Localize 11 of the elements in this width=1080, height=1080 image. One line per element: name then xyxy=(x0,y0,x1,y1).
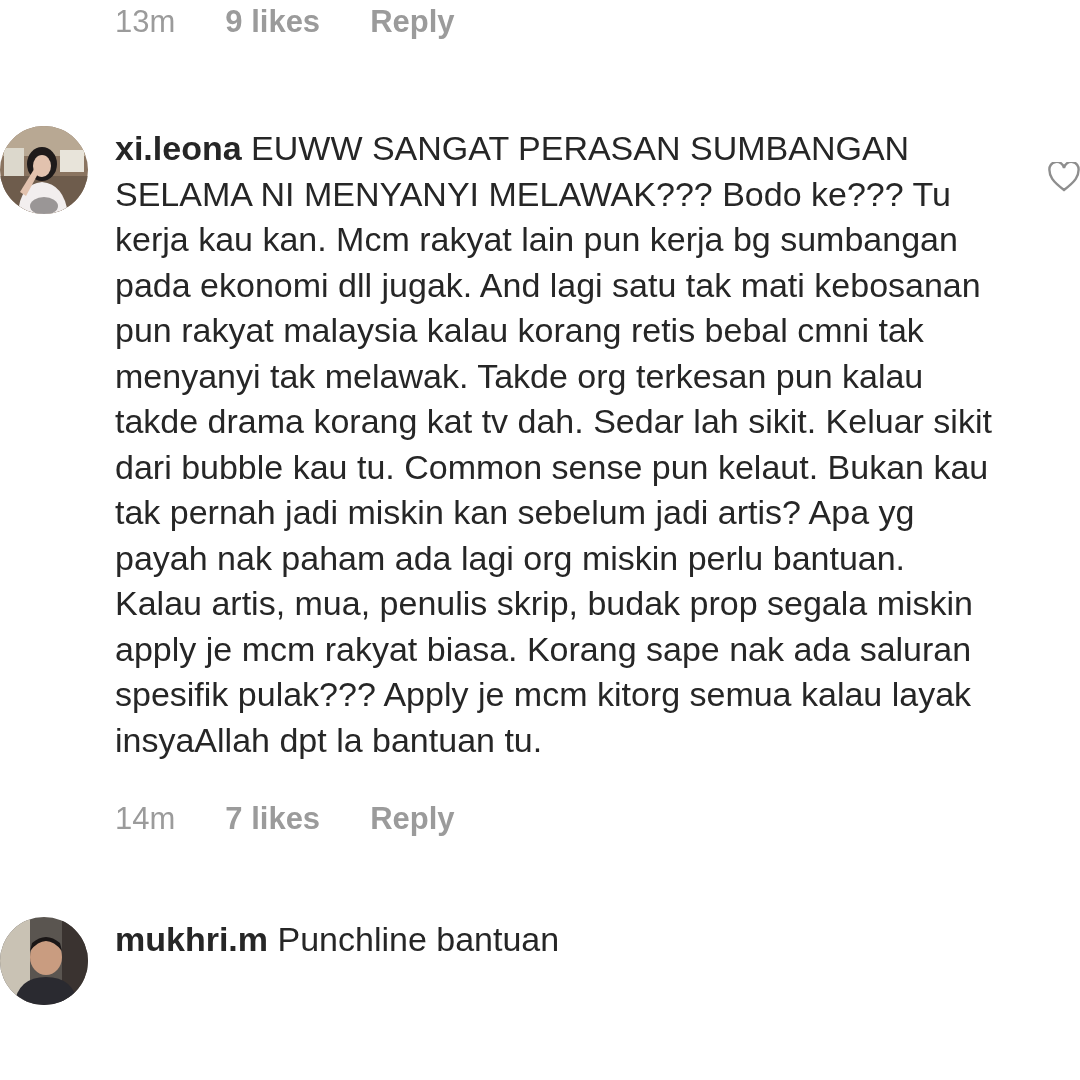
likes-count[interactable]: 7 likes xyxy=(225,801,321,837)
username-link[interactable]: mukhri.m xyxy=(115,920,269,958)
comment-time: 14m xyxy=(115,801,176,837)
like-heart-icon[interactable] xyxy=(1048,162,1080,192)
username-link[interactable]: xi.leona xyxy=(115,129,242,167)
comment-time: 13m xyxy=(115,4,176,40)
comment-text: mukhri.m Punchline bantuan xyxy=(115,919,561,960)
likes-count[interactable]: 9 likes xyxy=(225,4,321,40)
comment-text: xi.leona EUWW SANGAT PERASAN SUMBANGAN SELAMA NI MENYANYI MELAWAK??? Bodo ke??? Tu kerja kau kan. Mcm rakyat lain pun kerja bg sumbangan pada ekonomi dll jugak. And lagi satu tak mati kebosanan pun rakyat malaysia kalau korang retis bebal cmni tak menyanyi tak melawak. Takde org terkesan pun kalau takde drama korang kat tv dah. Sedar lah sikit. Keluar sikit dari bubble kau tu. Common sense pun kelaut. Bukan kau tak pernah jadi miskin kan sebelum jadi artis? Apa yg payah nak paham ada lagi org miskin perlu bantuan. Kalau artis, mua, penulis skrip, budak prop segala miskin apply je mcm rakyat biasa. Korang sape nak ada saluran spesifik pulak??? Apply je mcm kitorg semua kalau layak insyaAllah dpt la bantuan tu. xyxy=(115,128,993,761)
reply-link[interactable]: Reply xyxy=(370,801,455,837)
reply-link[interactable]: Reply xyxy=(370,4,455,40)
